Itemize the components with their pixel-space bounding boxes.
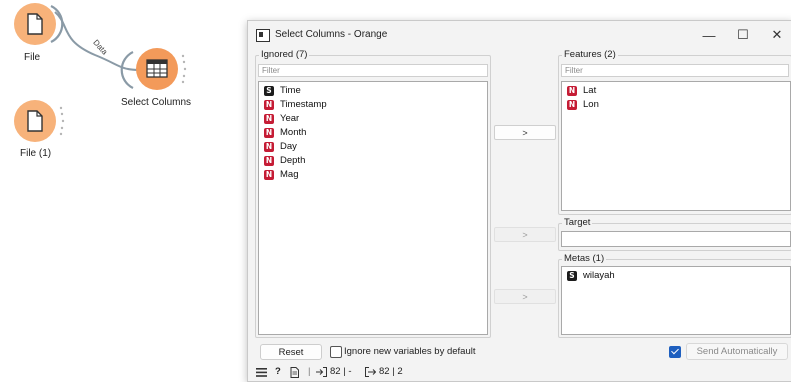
list-item[interactable]: S wilayah [567, 269, 615, 282]
numeric-type-icon: N [264, 141, 274, 152]
input-data-icon [316, 367, 327, 377]
move-to-target-button[interactable]: > [494, 227, 556, 242]
numeric-type-icon: N [264, 127, 274, 138]
list-item[interactable]: S Time [264, 84, 301, 97]
title-bar[interactable]: Select Columns - Orange — ☐ ✕ [248, 21, 791, 49]
ignored-label: Ignored (7) [259, 49, 310, 60]
file-doc-icon [27, 110, 43, 132]
file-1-node-circle[interactable] [14, 100, 56, 142]
variable-name: Year [280, 113, 300, 124]
status-separator: | [308, 366, 311, 377]
help-icon[interactable]: ? [275, 366, 281, 377]
features-list[interactable]: N Lat N Lon [561, 81, 791, 211]
numeric-type-icon: N [264, 113, 274, 124]
string-type-icon: S [567, 270, 577, 281]
list-item[interactable]: N Year [264, 112, 299, 125]
ignore-new-variables-checkbox[interactable] [330, 346, 342, 358]
string-type-icon: S [264, 85, 274, 96]
file-doc-icon [27, 13, 43, 35]
file-node-circle[interactable] [14, 3, 56, 45]
variable-name: Mag [280, 169, 299, 180]
variable-name: Month [280, 127, 307, 138]
send-automatically-button[interactable]: Send Automatically [686, 343, 788, 360]
variable-name: Day [280, 141, 297, 152]
numeric-type-icon: N [264, 99, 274, 110]
numeric-type-icon: N [567, 99, 577, 110]
select-columns-icon [146, 59, 168, 78]
variable-name: Lat [583, 85, 597, 96]
list-item[interactable]: N Depth [264, 154, 305, 167]
ignore-new-variables-label: Ignore new variables by default [344, 346, 476, 357]
variable-name: wilayah [583, 270, 615, 281]
metas-list[interactable]: S wilayah [561, 266, 791, 335]
output-data-icon [365, 367, 376, 377]
auto-send-checkbox[interactable] [669, 346, 681, 358]
status-bar: ? | 82 | - 82 | 2 [248, 363, 791, 381]
target-label: Target [562, 217, 593, 228]
variable-name: Time [280, 85, 301, 96]
target-field[interactable] [561, 231, 791, 247]
list-item[interactable]: N Mag [264, 168, 298, 181]
list-item[interactable]: N Lon [567, 98, 599, 111]
variable-name: Timestamp [280, 99, 327, 110]
numeric-type-icon: N [264, 155, 274, 166]
output-port-dots [59, 106, 65, 136]
select-columns-node-circle[interactable] [136, 48, 178, 90]
numeric-type-icon: N [567, 85, 577, 96]
list-item[interactable]: N Day [264, 140, 297, 153]
menu-icon[interactable] [256, 368, 267, 377]
window-title: Select Columns - Orange [275, 29, 388, 40]
list-item[interactable]: N Lat [567, 84, 596, 97]
select-columns-window: Select Columns - Orange — ☐ ✕ Ignored (7… [247, 20, 791, 382]
file-node-label: File [24, 52, 41, 63]
list-item[interactable]: N Timestamp [264, 98, 327, 111]
select-columns-node-label: Select Columns [121, 97, 192, 108]
variable-name: Depth [280, 155, 306, 166]
features-label: Features (2) [562, 49, 618, 60]
close-button[interactable]: ✕ [762, 25, 791, 45]
list-item[interactable]: N Month [264, 126, 306, 139]
reset-button[interactable]: Reset [260, 344, 322, 360]
input-summary: 82 | - [330, 366, 352, 377]
output-summary: 82 | 2 [379, 366, 403, 377]
move-to-metas-button[interactable]: > [494, 289, 556, 304]
ignored-list[interactable]: S Time N Timestamp N Year N Month N Day … [258, 81, 488, 335]
numeric-type-icon: N [264, 169, 274, 180]
features-filter-input[interactable]: Filter [561, 64, 789, 77]
metas-label: Metas (1) [562, 253, 607, 264]
app-window-icon [256, 29, 270, 42]
file-1-node-label: File (1) [20, 148, 52, 159]
output-port-dots [181, 54, 187, 84]
maximize-button[interactable]: ☐ [728, 25, 758, 45]
move-to-features-button[interactable]: > [494, 125, 556, 140]
ignored-filter-input[interactable]: Filter [258, 64, 488, 77]
variable-name: Lon [583, 99, 599, 110]
report-icon[interactable] [290, 367, 299, 378]
minimize-button[interactable]: — [694, 25, 724, 45]
